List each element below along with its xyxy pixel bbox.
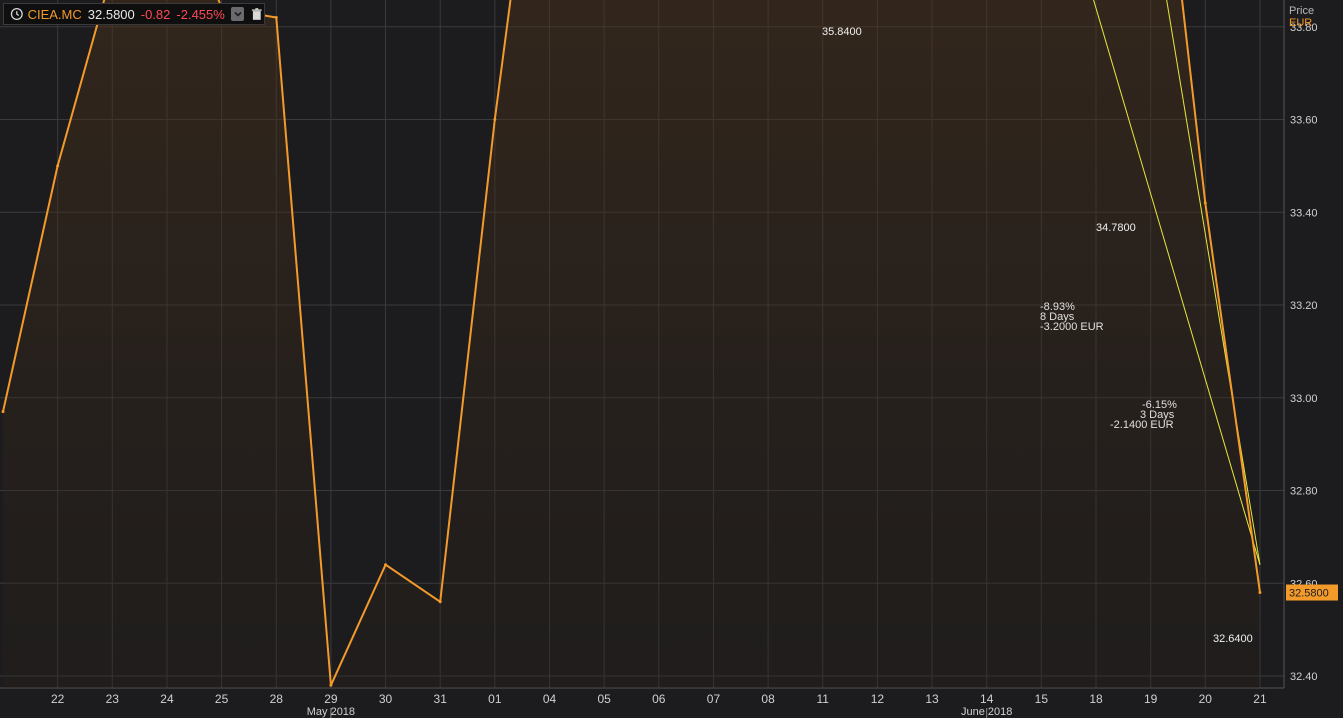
x-tick-label: 31 (434, 692, 448, 706)
price-chart[interactable]: -8.93%8 Days-3.2000 EUR-6.15%3 Days-2.14… (0, 0, 1343, 718)
x-tick-label: 28 (270, 692, 284, 706)
x-tick-label: 13 (925, 692, 939, 706)
area-fill (3, 0, 1260, 688)
y-tick-label: 33.60 (1290, 115, 1318, 127)
x-tick-label: 30 (379, 692, 393, 706)
data-point (1203, 201, 1207, 205)
point-value-label: 32.6400 (1213, 633, 1253, 645)
y-axis: 32.4032.6032.8033.0033.2033.4033.6033.80… (1286, 22, 1338, 683)
data-point (384, 563, 388, 567)
x-tick-label: 05 (597, 692, 611, 706)
x-tick-label: 25 (215, 692, 229, 706)
x-tick-label: 19 (1144, 692, 1158, 706)
price-area (3, 0, 1260, 688)
data-point (329, 683, 333, 687)
x-tick-label: 11 (817, 692, 830, 706)
x-axis: 22 23 24 25 28 29 30 31 01 04 05 06 07 08 11 12 13 14 15 18… (51, 692, 1267, 718)
trash-icon[interactable] (250, 7, 264, 21)
x-tick-label: 15 (1035, 692, 1049, 706)
x-tick-label: 01 (488, 692, 502, 706)
data-point (274, 15, 278, 19)
data-point (1258, 591, 1262, 595)
trendline-stat: -2.1400 EUR (1110, 419, 1174, 431)
symbol-label: CIEA.MC (27, 6, 82, 22)
x-tick-label: 04 (543, 692, 557, 706)
month-label: May 2018 (307, 706, 355, 718)
y-tick-label: 32.40 (1290, 671, 1318, 683)
month-label: June 2018 (961, 706, 1012, 718)
x-tick-label: 23 (106, 692, 120, 706)
price-axis-title: Price (1289, 5, 1315, 17)
trendline-stat: -3.2000 EUR (1040, 321, 1104, 333)
x-tick-label: 18 (1089, 692, 1103, 706)
x-tick-label: 08 (761, 692, 775, 706)
data-point (493, 118, 497, 121)
y-tick-label: 33.40 (1290, 207, 1318, 219)
x-tick-label: 22 (51, 692, 65, 706)
x-tick-label: 06 (652, 692, 666, 706)
price-change: -0.82 (140, 6, 171, 22)
x-tick-label: 29 (324, 692, 338, 706)
y-tick-label: 32.80 (1290, 486, 1318, 498)
data-point (56, 164, 60, 168)
last-price-badge-label: 32.5800 (1289, 588, 1329, 600)
y-tick-label: 33.00 (1290, 393, 1318, 405)
currency-axis-title: EUR (1289, 17, 1313, 29)
data-point (438, 600, 442, 604)
x-tick-label: 24 (160, 692, 174, 706)
y-tick-label: 33.20 (1290, 300, 1318, 312)
clock-icon[interactable] (10, 7, 24, 21)
x-tick-label: 14 (980, 692, 994, 706)
x-tick-label: 20 (1199, 692, 1213, 706)
price-change-pct: -2.455% (176, 6, 225, 22)
symbol-header[interactable]: CIEA.MC 32.5800 -0.82 -2.455% (3, 3, 265, 25)
x-tick-label: 12 (871, 692, 885, 706)
data-point (1, 410, 5, 414)
dropdown-icon[interactable] (230, 7, 245, 21)
last-price: 32.5800 (87, 6, 135, 22)
x-tick-label: 21 (1253, 692, 1267, 706)
x-tick-label: 07 (707, 692, 721, 706)
point-value-label: 35.8400 (822, 26, 862, 38)
point-value-label: 34.7800 (1096, 222, 1136, 234)
